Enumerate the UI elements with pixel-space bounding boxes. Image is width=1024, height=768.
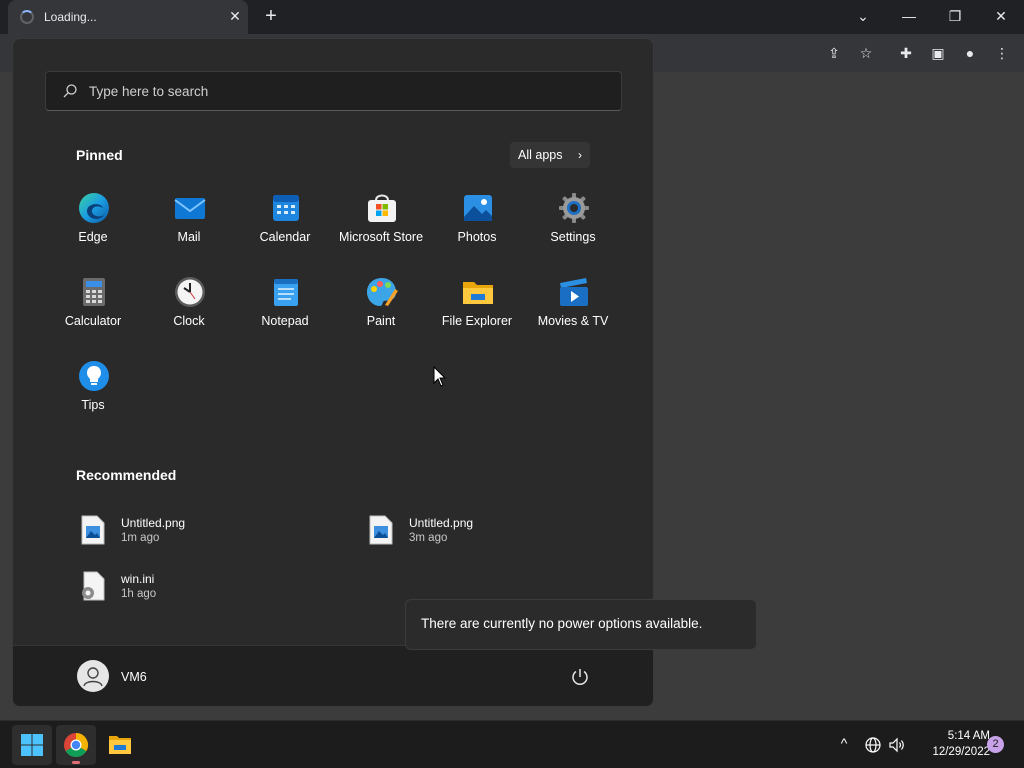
pinned-app-calendar[interactable]: Calendar [237,179,333,249]
power-icon[interactable] [569,666,591,688]
browser-titlebar: Loading... ✕ + ⌄ — ❐ ✕ [0,0,1024,34]
mail-icon [174,198,206,219]
settings-file-icon [82,571,105,601]
calendar-icon [273,195,299,221]
tab-title: Loading... [44,10,97,24]
user-name[interactable]: VM6 [121,670,147,684]
new-tab-button[interactable]: + [259,5,283,29]
clock-icon [175,277,205,307]
all-apps-button[interactable]: All apps › [510,142,590,168]
pinned-app-edge[interactable]: Edge [45,179,141,249]
file-time: 3m ago [409,532,448,544]
browser-tab[interactable]: Loading... ✕ [8,0,248,34]
recommended-item[interactable]: win.ini 1h ago [81,569,321,609]
minimize-button[interactable]: — [886,0,932,34]
pinned-app-file-explorer[interactable]: File Explorer [429,263,525,333]
chevron-right-icon: › [578,148,582,162]
pinned-app-movies-tv[interactable]: Movies & TV [525,263,621,333]
power-options-tooltip: There are currently no power options ava… [405,599,757,650]
app-label: File Explorer [441,314,513,328]
chrome-icon [64,733,89,764]
pinned-app-tips[interactable]: Tips [45,347,141,417]
app-label: Microsoft Store [338,230,424,244]
pinned-app-settings[interactable]: Settings [525,179,621,249]
side-panel-icon[interactable]: ▣ [928,44,948,62]
profile-icon[interactable]: ● [960,44,980,62]
more-menu-icon[interactable]: ⋮ [992,44,1012,62]
app-label: Photos [457,230,497,244]
notepad-icon [274,279,298,306]
show-hidden-icons-chevron-up-icon[interactable]: ^ [836,735,852,755]
folder-icon [463,282,493,304]
taskbar-chrome-button[interactable] [56,725,96,765]
mouse-cursor-icon [433,366,447,387]
close-window-button[interactable]: ✕ [978,0,1024,34]
notification-badge[interactable]: 2 [987,736,1004,753]
loading-spinner-icon [20,10,34,24]
app-label: Notepad [261,314,309,328]
folder-icon [109,736,131,754]
clock-date[interactable]: 12/29/2022 [910,746,990,758]
calculator-icon [83,278,105,306]
app-label: Edge [78,230,108,244]
tips-icon [79,361,109,391]
store-icon [368,194,396,222]
tab-close-icon[interactable]: ✕ [225,6,245,26]
app-label: Calendar [259,230,311,244]
volume-icon[interactable] [888,735,906,755]
recommended-item[interactable]: Untitled.png 1m ago [81,513,321,553]
file-time: 1m ago [121,532,160,544]
taskbar: ^ 5:14 AM 12/29/2022 2 [0,720,1024,768]
app-label: Calculator [64,314,122,328]
pinned-title: Pinned [76,147,123,163]
movies-icon [560,278,588,306]
pinned-app-microsoft-store[interactable]: Microsoft Store [333,179,429,249]
bookmark-star-icon[interactable]: ☆ [856,44,876,62]
app-label: Settings [550,230,596,244]
app-label: Tips [81,398,105,412]
user-avatar[interactable] [77,660,109,692]
pinned-app-clock[interactable]: Clock [141,263,237,333]
restore-button[interactable]: ❐ [932,0,978,34]
file-time: 1h ago [121,588,157,600]
edge-icon [79,193,109,223]
image-file-icon [81,515,105,545]
pinned-app-paint[interactable]: Paint [333,263,429,333]
network-icon[interactable] [864,735,882,755]
start-footer: VM6 [13,645,653,706]
pinned-app-calculator[interactable]: Calculator [45,263,141,333]
share-icon[interactable]: ⇪ [824,44,844,62]
app-label: Paint [366,314,396,328]
all-apps-label: All apps [518,148,563,162]
windows-logo-icon [21,734,43,756]
file-name: Untitled.png [409,516,474,530]
image-file-icon [369,515,393,545]
extensions-icon[interactable]: ✚ [896,44,916,62]
app-label: Mail [177,230,201,244]
pinned-app-photos[interactable]: Photos [429,179,525,249]
search-input[interactable]: Type here to search [45,71,622,111]
photos-icon [464,195,492,221]
start-button[interactable] [12,725,52,765]
pinned-app-notepad[interactable]: Notepad [237,263,333,333]
file-name: Untitled.png [121,516,186,530]
recommended-item[interactable]: Untitled.png 3m ago [369,513,609,553]
taskbar-file-explorer-button[interactable] [100,725,140,765]
search-icon [63,84,77,98]
tab-search-button[interactable]: ⌄ [840,0,886,34]
paint-icon [367,278,398,306]
file-name: win.ini [121,572,155,586]
user-icon [83,667,103,687]
app-label: Movies & TV [537,314,609,328]
recommended-title: Recommended [76,467,177,483]
settings-icon [559,193,589,223]
search-placeholder: Type here to search [89,84,209,99]
pinned-app-mail[interactable]: Mail [141,179,237,249]
app-label: Clock [173,314,205,328]
clock-time[interactable]: 5:14 AM [920,730,990,742]
